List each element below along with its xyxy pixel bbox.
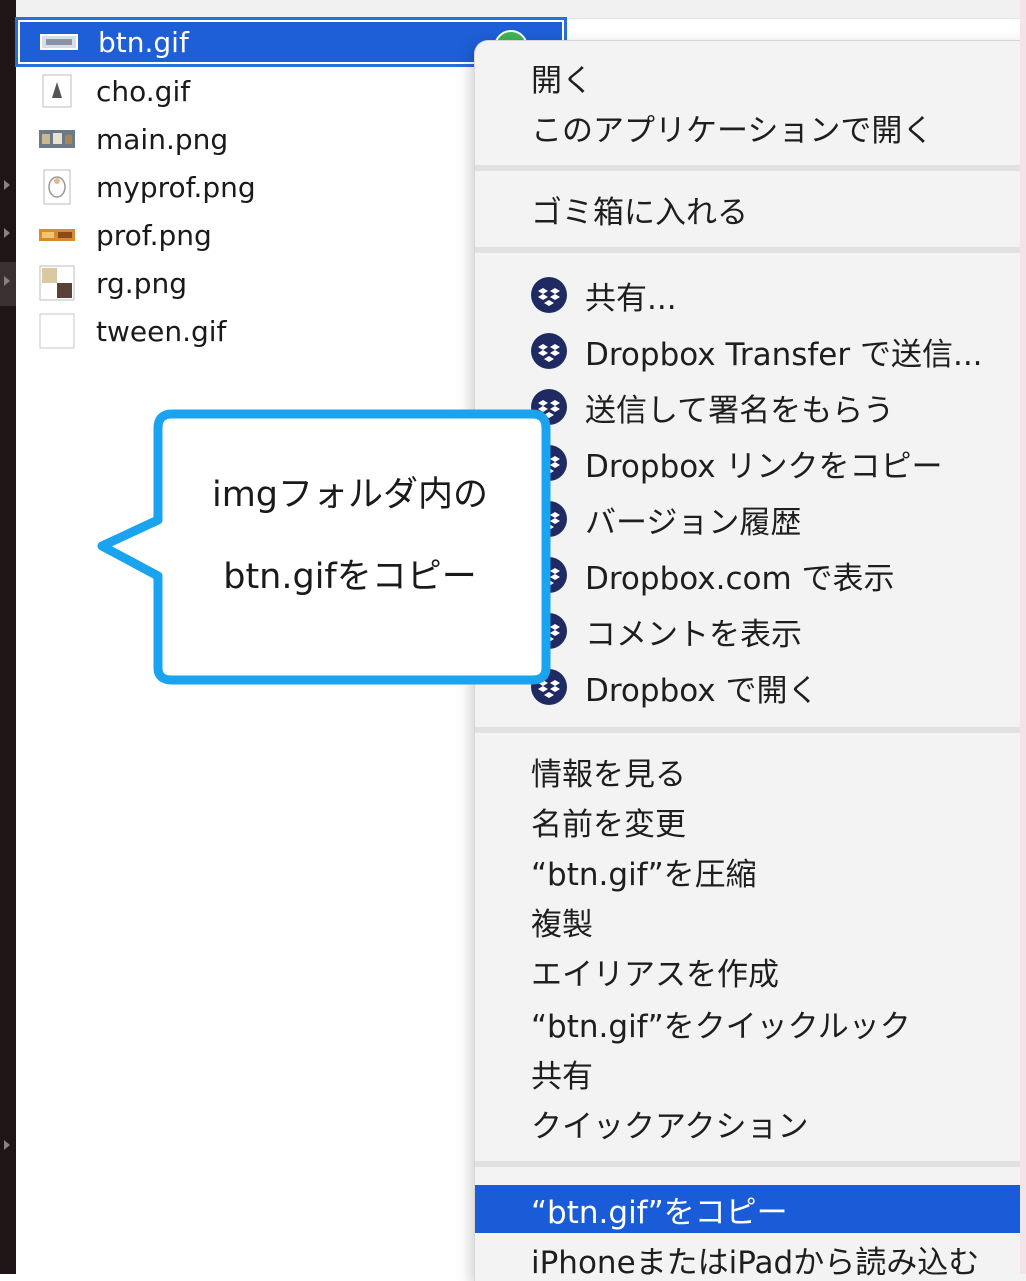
file-name: main.png [96,122,229,156]
file-name: rg.png [96,266,187,300]
disclosure-arrow-icon[interactable] [4,180,10,190]
menu-item-duplicate[interactable]: 複製 [475,899,1026,943]
menu-item-import-from-iphone[interactable]: iPhoneまたはiPadから読み込む [475,1237,1026,1281]
callout-line-2: btn.gifをコピー [223,557,477,597]
screenshot-frame: btn.gif cho.gif main.png myprof.png prof… [0,0,1026,1281]
sidebar-edge [0,0,16,1274]
file-name: cho.gif [96,74,191,108]
menu-item-quick-look[interactable]: “btn.gif”をクイックルック [475,1001,1026,1045]
menu-item-open[interactable]: 開く [475,55,1026,99]
main-thumbnail-icon [38,120,76,158]
callout-line-1: imgフォルダ内の [211,475,489,515]
menu-item-move-to-trash[interactable]: ゴミ箱に入れる [475,187,1026,231]
file-name: myprof.png [96,170,256,204]
rg-thumbnail-icon [38,264,76,302]
menu-separator [475,165,1026,171]
column-header-band [16,0,1026,19]
menu-separator [475,1161,1026,1167]
menu-item-dropbox-copy-link[interactable]: Dropbox リンクをコピー [475,441,1026,485]
callout-shape [97,409,551,685]
menu-item-dropbox-share[interactable]: 共有... [475,273,1026,317]
disclosure-arrow-icon[interactable] [4,228,10,238]
window-edge [1020,0,1026,1274]
tween-thumbnail-icon [38,312,76,350]
menu-item-quick-actions[interactable]: クイックアクション [475,1101,1026,1145]
context-menu: 開く このアプリケーションで開く ゴミ箱に入れる 共有... Dropbox T… [474,40,1026,1281]
menu-item-open-with[interactable]: このアプリケーションで開く [475,105,1026,149]
callout-bubble: imgフォルダ内の btn.gifをコピー [96,408,556,686]
file-name: prof.png [96,218,212,252]
menu-item-rename[interactable]: 名前を変更 [475,799,1026,843]
dropbox-icon [531,277,567,313]
prof-thumbnail-icon [38,216,76,254]
disclosure-arrow-icon[interactable] [4,1140,10,1150]
menu-item-share[interactable]: 共有 [475,1051,1026,1095]
menu-item-dropbox-transfer[interactable]: Dropbox Transfer で送信... [475,329,1026,373]
menu-item-dropbox-view-web[interactable]: Dropbox.com で表示 [475,553,1026,597]
menu-item-dropbox-open[interactable]: Dropbox で開く [475,665,1026,709]
menu-item-dropbox-version-history[interactable]: バージョン履歴 [475,497,1026,541]
menu-separator [475,727,1026,733]
cho-thumbnail-icon [38,72,76,110]
menu-separator [475,247,1026,253]
menu-item-compress[interactable]: “btn.gif”を圧縮 [475,849,1026,893]
dropbox-icon [531,333,567,369]
menu-item-dropbox-sign[interactable]: 送信して署名をもらう [475,385,1026,429]
file-name: btn.gif [98,25,189,59]
file-name: tween.gif [96,314,227,348]
myprof-thumbnail-icon [38,168,76,206]
menu-item-get-info[interactable]: 情報を見る [475,749,1026,793]
menu-item-copy[interactable]: “btn.gif”をコピー [475,1185,1026,1233]
btn-thumbnail-icon [40,23,78,61]
menu-item-make-alias[interactable]: エイリアスを作成 [475,949,1026,993]
disclosure-arrow-icon[interactable] [4,276,10,286]
menu-item-dropbox-comments[interactable]: コメントを表示 [475,609,1026,653]
